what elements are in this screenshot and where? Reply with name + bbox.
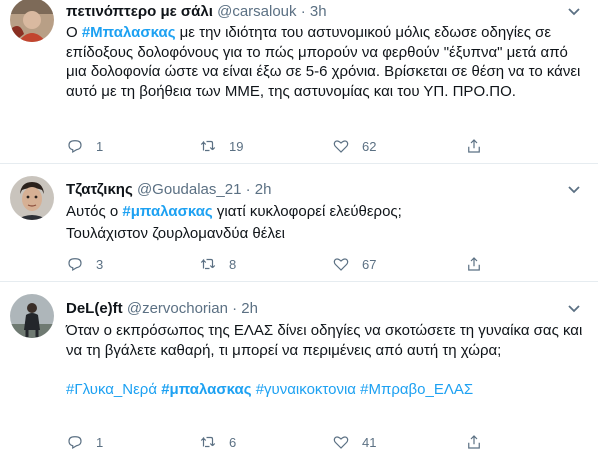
reply-icon bbox=[68, 436, 82, 450]
like-button[interactable]: 62 bbox=[332, 137, 376, 155]
tweet[interactable]: DeL(e)ft @zervochorian · 2h Όταν ο εκπρό… bbox=[0, 282, 598, 467]
reply-count: 1 bbox=[96, 434, 104, 450]
tweet-header: DeL(e)ft @zervochorian · 2h bbox=[66, 300, 258, 318]
heart-icon bbox=[333, 258, 349, 271]
retweet-button[interactable]: 19 bbox=[199, 137, 243, 155]
share-button[interactable] bbox=[465, 137, 483, 155]
display-name[interactable]: πετινόπτερο με σάλι bbox=[66, 3, 213, 20]
separator: · bbox=[300, 3, 306, 20]
retweet-icon bbox=[200, 436, 216, 448]
display-name[interactable]: Τζατζικης bbox=[66, 181, 133, 198]
tweet-text: Ο #Μπαλασκας με την ιδιότητα του αστυνομ… bbox=[66, 23, 586, 101]
hashtag-line: #Γλυκα_Νερά #μπαλασκας #γυναικοκτονια #Μ… bbox=[66, 380, 586, 400]
handle[interactable]: @zervochorian bbox=[127, 300, 228, 317]
chevron-down-icon[interactable] bbox=[564, 3, 584, 21]
reply-count: 3 bbox=[96, 256, 104, 272]
text-paragraph: Όταν ο εκπρόσωπος της ΕΛΑΣ δίνει οδηγίες… bbox=[66, 322, 583, 359]
like-button[interactable]: 67 bbox=[332, 255, 376, 273]
avatar[interactable] bbox=[10, 176, 54, 220]
tweet-header: πετινόπτερο με σάλι @carsalouk · 3h bbox=[66, 3, 327, 21]
timestamp[interactable]: 3h bbox=[310, 3, 327, 20]
handle[interactable]: @Goudalas_21 bbox=[137, 181, 241, 198]
share-button[interactable] bbox=[465, 433, 483, 451]
hashtag-link[interactable]: #μπαλασκας bbox=[161, 381, 251, 398]
share-icon bbox=[468, 257, 480, 271]
like-button[interactable]: 41 bbox=[332, 433, 376, 451]
share-icon bbox=[468, 435, 480, 449]
retweet-button[interactable]: 6 bbox=[199, 433, 236, 451]
heart-icon bbox=[333, 436, 349, 449]
chevron-down-icon[interactable] bbox=[564, 300, 584, 318]
tweet-actions: 3 8 67 bbox=[66, 255, 586, 273]
text-segment: Ο bbox=[66, 24, 82, 41]
avatar[interactable] bbox=[10, 294, 54, 338]
text-line: Αυτός ο #μπαλασκας γιατί κυκλοφορεί ελεύ… bbox=[66, 202, 586, 222]
text-line: Τουλάχιστον ζουρλομανδύα θέλει bbox=[66, 224, 285, 242]
hashtag-link[interactable]: #Γλυκα_Νερά bbox=[66, 381, 157, 398]
handle[interactable]: @carsalouk bbox=[217, 3, 296, 20]
display-name[interactable]: DeL(e)ft bbox=[66, 300, 123, 317]
avatar[interactable] bbox=[10, 0, 54, 42]
tweet-text: Όταν ο εκπρόσωπος της ΕΛΑΣ δίνει οδηγίες… bbox=[66, 321, 586, 400]
tweet-actions: 1 19 62 bbox=[66, 137, 586, 155]
tweet-header: Τζατζικης @Goudalas_21 · 2h bbox=[66, 181, 271, 199]
tweet[interactable]: Τζατζικης @Goudalas_21 · 2h Αυτός ο #μπα… bbox=[0, 164, 598, 281]
reply-icon bbox=[68, 258, 82, 272]
separator: · bbox=[232, 300, 238, 317]
like-count: 67 bbox=[362, 256, 377, 272]
tweet[interactable]: πετινόπτερο με σάλι @carsalouk · 3h Ο #Μ… bbox=[0, 0, 598, 163]
retweet-count: 6 bbox=[229, 434, 237, 450]
tweet-actions: 1 6 41 bbox=[66, 433, 586, 451]
text-segment: γιατί κυκλοφορεί ελεύθερος; bbox=[212, 203, 402, 220]
reply-button[interactable]: 1 bbox=[66, 137, 103, 155]
hashtag-link[interactable]: #γυναικοκτονια bbox=[256, 381, 356, 398]
retweet-icon bbox=[200, 140, 216, 152]
hashtag-link[interactable]: #μπαλασκας bbox=[122, 203, 212, 220]
hashtag-link[interactable]: #Μπαλασκας bbox=[82, 24, 176, 41]
share-icon bbox=[468, 139, 480, 153]
timestamp[interactable]: 2h bbox=[241, 300, 258, 317]
hashtag-link[interactable]: #Μπραβο_ΕΛΑΣ bbox=[360, 381, 473, 398]
separator: · bbox=[245, 181, 251, 198]
retweet-count: 19 bbox=[229, 138, 244, 154]
reply-button[interactable]: 1 bbox=[66, 433, 103, 451]
share-button[interactable] bbox=[465, 255, 483, 273]
like-count: 62 bbox=[362, 138, 377, 154]
like-count: 41 bbox=[362, 434, 377, 450]
reply-icon bbox=[68, 140, 82, 154]
heart-icon bbox=[333, 140, 349, 153]
text-segment: Αυτός ο bbox=[66, 203, 123, 220]
retweet-icon bbox=[200, 258, 216, 270]
tweet-text: Αυτός ο #μπαλασκας γιατί κυκλοφορεί ελεύ… bbox=[66, 202, 586, 243]
retweet-count: 8 bbox=[229, 256, 237, 272]
reply-button[interactable]: 3 bbox=[66, 255, 103, 273]
reply-count: 1 bbox=[96, 138, 104, 154]
chevron-down-icon[interactable] bbox=[564, 181, 584, 199]
retweet-button[interactable]: 8 bbox=[199, 255, 236, 273]
timestamp[interactable]: 2h bbox=[255, 181, 272, 198]
